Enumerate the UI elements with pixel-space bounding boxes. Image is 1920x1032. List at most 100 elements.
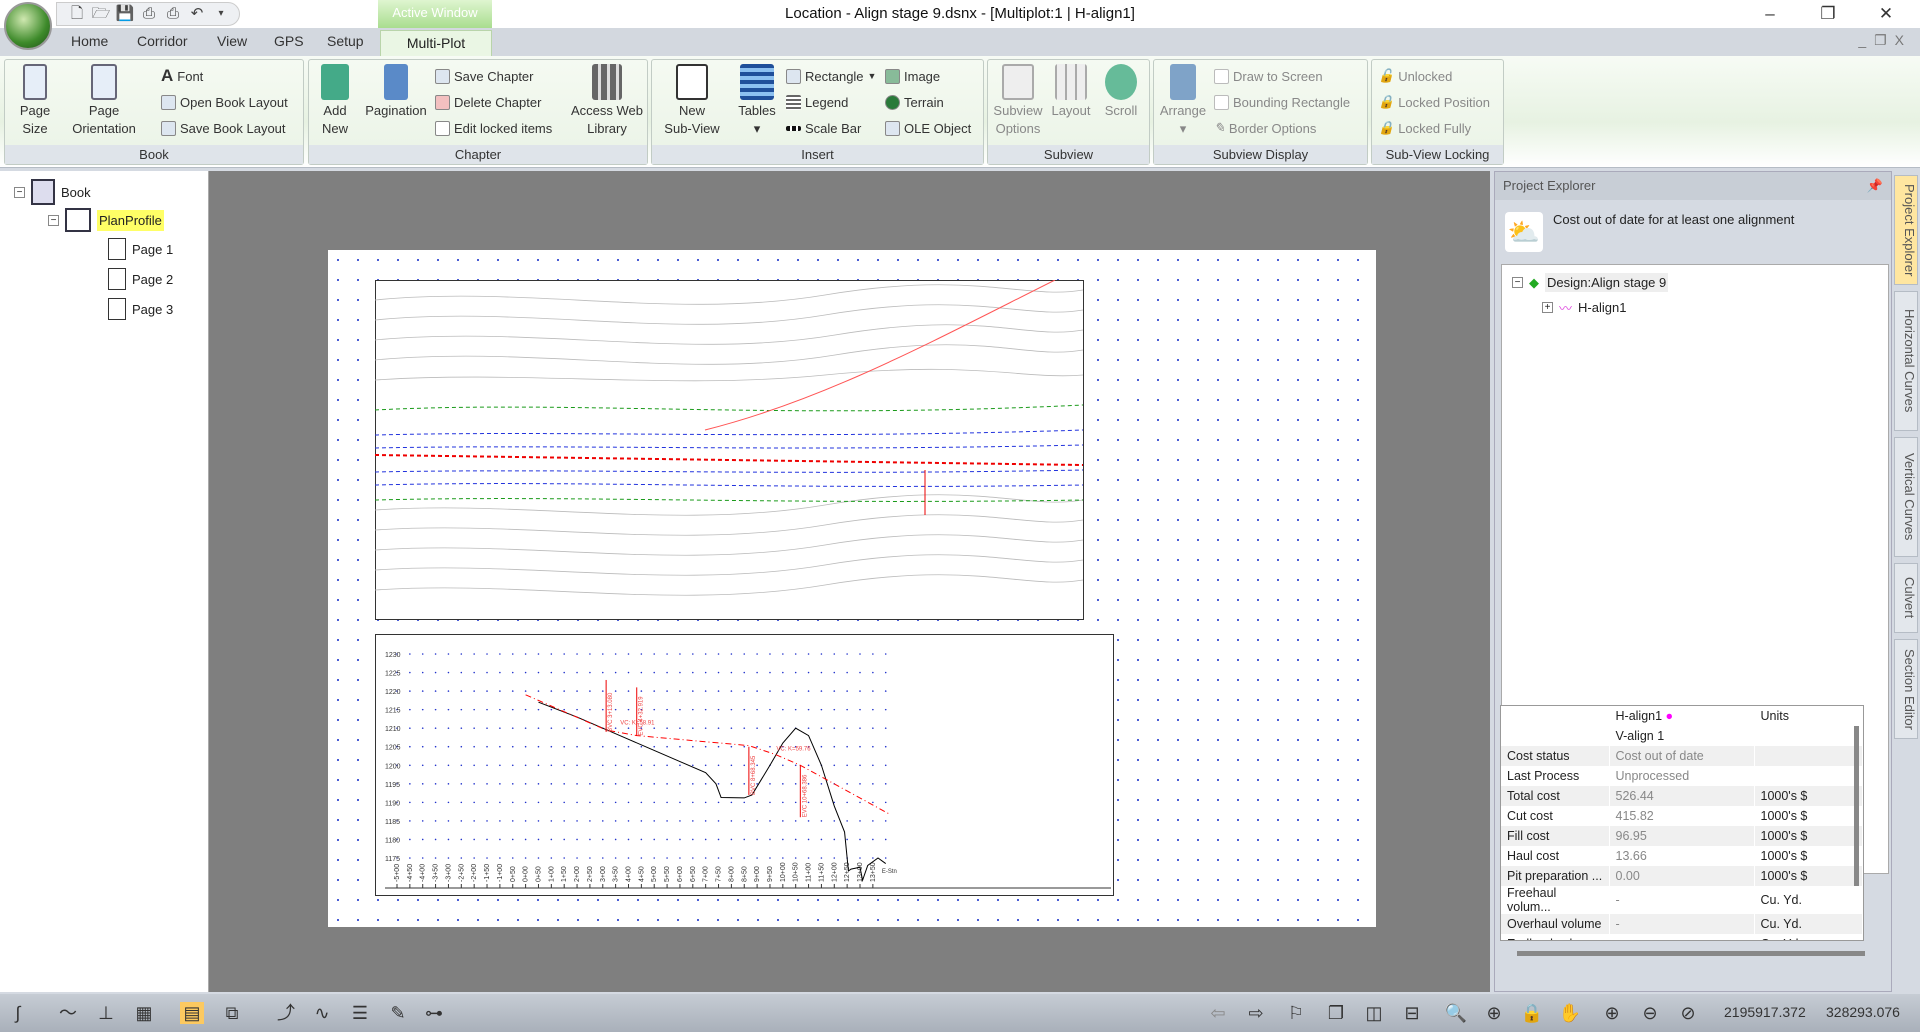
side-tab-section-editor[interactable]: Section Editor [1894,639,1918,739]
tab-setup[interactable]: Setup [327,33,364,49]
plan-view[interactable] [375,280,1085,621]
tree-node-page[interactable]: Page 1 [108,238,173,260]
lock-icon[interactable]: 🔒 [1520,1002,1544,1024]
layout-button[interactable]: Layout [1046,64,1096,120]
print-icon[interactable]: ⎙ [139,5,159,23]
font-button[interactable]: A Font [161,66,203,86]
rectangle-button[interactable]: Rectangle ▼ [786,66,876,86]
expand-icon[interactable]: + [1542,302,1553,313]
locked-position-button[interactable]: 🔒 Locked Position [1378,92,1490,112]
split-vertical-icon[interactable]: ◫ [1362,1002,1386,1024]
tab-multi-plot[interactable]: Multi-Plot [380,30,492,56]
ole-object-button[interactable]: OLE Object [885,118,971,138]
tree-node-book[interactable]: − Book [14,179,91,205]
add-new-button[interactable]: Add New [315,64,355,138]
side-tab-project-explorer[interactable]: Project Explorer [1894,175,1918,285]
property-row[interactable]: Total cost 526.44 1000's $ [1501,786,1863,806]
save-icon[interactable]: 💾 [115,5,135,23]
access-web-library-button[interactable]: Access Web Library [569,64,645,138]
side-tab-culvert[interactable]: Culvert [1894,563,1918,633]
collapse-icon[interactable]: − [14,186,25,198]
3d-box-icon[interactable]: ⧉ [220,1002,244,1024]
tab-gps[interactable]: GPS [274,33,304,49]
tree-node-page[interactable]: Page 3 [108,298,173,320]
undo-icon[interactable]: ↶ [187,5,207,23]
flag-icon[interactable]: ⚐ [1284,1002,1308,1024]
bounding-rectangle-checkbox[interactable]: Bounding Rectangle [1214,92,1350,112]
merge-icon[interactable]: ☰ [348,1002,372,1024]
tables-button[interactable]: Tables ▾ [732,64,782,138]
mdi-controls[interactable]: _❐X [1858,32,1912,49]
page-orientation-button[interactable]: Page Orientation [63,64,145,138]
vertical-scrollbar[interactable] [1854,726,1859,886]
zoom-out-icon[interactable]: ⊖ [1638,1002,1662,1024]
close-button[interactable]: ✕ [1866,2,1906,26]
tree-node-page[interactable]: Page 2 [108,268,173,290]
edit-pen-icon[interactable]: ✎ [386,1002,410,1024]
customize-qat-icon[interactable]: ▾ [211,5,231,23]
zoom-extents-icon[interactable]: ⊕ [1482,1002,1506,1024]
profile-view[interactable]: 1175 1180 1185 1190 1195 1200 1205 1210 1215 1220… [375,634,1115,897]
scale-bar-button[interactable]: Scale Bar [786,118,861,138]
alignment-tool-icon[interactable]: ∫ [6,1002,30,1024]
property-row[interactable]: Cut cost 415.82 1000's $ [1501,806,1863,826]
side-tab-horizontal-curves[interactable]: Horizontal Curves [1894,291,1918,431]
zoom-previous-icon[interactable]: ⊘ [1676,1002,1700,1024]
subview-options-button[interactable]: Subview Options [992,64,1044,138]
open-icon[interactable]: 🗁 [91,5,111,23]
side-tab-vertical-curves[interactable]: Vertical Curves [1894,437,1918,557]
curve-arrow-icon[interactable]: ⤴ [274,1002,298,1024]
image-button[interactable]: Image [885,66,940,86]
collapse-icon[interactable]: − [48,214,59,226]
grid-table-icon[interactable]: ▦ [132,1002,156,1024]
restore-button[interactable]: ❐ [1808,2,1848,26]
tree-node-alignment[interactable]: + 〰 H-align1 [1542,298,1626,317]
zoom-search-icon[interactable]: 🔍 [1444,1002,1468,1024]
forward-arrow-icon[interactable]: ⇨ [1244,1002,1268,1024]
new-icon[interactable]: 🗋 [67,5,87,23]
edit-locked-items-checkbox[interactable]: Edit locked items [435,118,552,138]
property-row[interactable]: Haul cost 13.66 1000's $ [1501,846,1863,866]
property-row[interactable]: Freehaul volum... - Cu. Yd. [1501,886,1863,914]
legend-button[interactable]: Legend [786,92,848,112]
zoom-in-icon[interactable]: ⊕ [1600,1002,1624,1024]
pagination-button[interactable]: Pagination [361,64,431,120]
pan-hand-icon[interactable]: ✋ [1558,1002,1582,1024]
back-arrow-icon[interactable]: ⇦ [1206,1002,1230,1024]
scroll-button[interactable]: Scroll [1096,64,1146,120]
profile-tool-icon[interactable]: 〜 [56,1002,80,1024]
property-row[interactable]: Fill cost 96.95 1000's $ [1501,826,1863,846]
property-row[interactable]: Pit preparation ... 0.00 1000's $ [1501,866,1863,886]
save-book-layout-button[interactable]: Save Book Layout [161,118,286,138]
property-row[interactable]: Last Process Unprocessed [1501,766,1863,786]
locked-fully-button[interactable]: 🔒 Locked Fully [1378,118,1471,138]
tab-home[interactable]: Home [71,33,108,49]
split-horizontal-icon[interactable]: ⊟ [1400,1002,1424,1024]
tab-corridor[interactable]: Corridor [137,33,188,49]
draw-to-screen-checkbox[interactable]: Draw to Screen [1214,66,1323,86]
tab-view[interactable]: View [217,33,247,49]
terrain-button[interactable]: Terrain [885,92,944,112]
page-size-button[interactable]: Page Size [9,64,61,138]
hierarchy-icon[interactable]: ⊶ [422,1002,446,1024]
pin-icon[interactable]: 📌 [1867,178,1883,194]
print-preview-icon[interactable]: ⎙ [163,5,183,23]
collapse-icon[interactable]: − [1512,277,1523,288]
property-row[interactable]: Overhaul volume - Cu. Yd. [1501,914,1863,934]
windows-cascade-icon[interactable]: ❐ [1324,1002,1348,1024]
arrange-button[interactable]: Arrange ▾ [1158,64,1208,138]
tree-node-chapter[interactable]: − PlanProfile [48,208,164,232]
unlocked-button[interactable]: 🔓 Unlocked [1378,66,1452,86]
horizontal-scrollbar[interactable] [1517,951,1865,956]
tree-node-design[interactable]: − ◆ Design:Align stage 9 [1512,273,1669,292]
border-options-button[interactable]: ✎ Border Options [1214,118,1316,138]
save-chapter-button[interactable]: Save Chapter [435,66,534,86]
minimize-button[interactable]: – [1750,2,1790,26]
wave-icon[interactable]: ∿ [310,1002,334,1024]
app-logo-button[interactable] [4,2,52,50]
property-row[interactable]: Cost status Cost out of date [1501,746,1863,766]
property-row[interactable]: Endhaul volume-Cu. Yd. [1501,934,1863,940]
multiplot-icon[interactable]: ▤ [180,1002,204,1024]
delete-chapter-button[interactable]: Delete Chapter [435,92,541,112]
section-tool-icon[interactable]: ⊥ [94,1002,118,1024]
